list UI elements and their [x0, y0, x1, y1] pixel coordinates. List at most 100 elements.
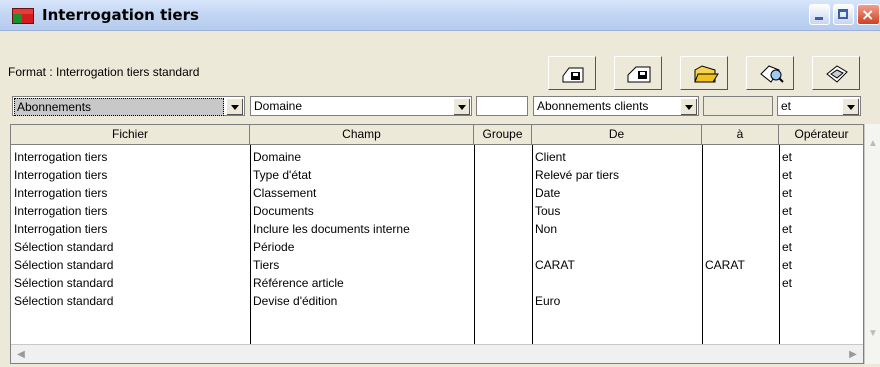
cell-groupe[interactable] — [477, 292, 530, 310]
cell-de[interactable]: Euro — [535, 292, 700, 310]
cell-de[interactable] — [535, 274, 700, 292]
scroll-down-icon[interactable]: ▼ — [865, 328, 880, 342]
cell-operateur[interactable]: et — [782, 220, 862, 238]
from-select[interactable]: Abonnements clients — [533, 96, 699, 116]
cell-fichier[interactable]: Sélection standard — [14, 292, 248, 310]
cell-operateur[interactable]: et — [782, 166, 862, 184]
cell-champ[interactable]: Inclure les documents interne — [253, 220, 472, 238]
chevron-down-icon[interactable] — [842, 98, 859, 115]
cell-operateur[interactable]: et — [782, 148, 862, 166]
cell-fichier[interactable]: Sélection standard — [14, 274, 248, 292]
cell-fichier[interactable]: Interrogation tiers — [14, 184, 248, 202]
horizontal-scrollbar[interactable]: ◀ ▶ — [11, 344, 863, 363]
cell-fichier[interactable]: Interrogation tiers — [14, 220, 248, 238]
minimize-icon — [815, 17, 823, 20]
cell-de[interactable]: CARAT — [535, 256, 700, 274]
cell-groupe[interactable] — [477, 238, 530, 256]
cell-fichier[interactable]: Sélection standard — [14, 238, 248, 256]
title-bar[interactable]: Interrogation tiers × — [0, 0, 880, 31]
save-button[interactable] — [548, 56, 596, 90]
column-header-groupe[interactable]: Groupe — [474, 125, 532, 145]
close-button[interactable]: × — [857, 4, 880, 25]
cell-operateur[interactable] — [782, 292, 862, 310]
save-as-icon — [627, 66, 651, 83]
cell-operateur[interactable]: et — [782, 238, 862, 256]
group-input[interactable] — [476, 96, 528, 116]
cell-a[interactable] — [705, 202, 777, 220]
maximize-icon — [838, 9, 848, 19]
chevron-down-icon[interactable] — [680, 98, 697, 115]
to-input[interactable] — [703, 96, 773, 116]
cell-groupe[interactable] — [477, 166, 530, 184]
column-header-a[interactable]: à — [702, 125, 779, 145]
column-header-fichier[interactable]: Fichier — [11, 125, 250, 145]
cell-champ[interactable]: Type d'état — [253, 166, 472, 184]
vertical-scrollbar[interactable]: ▲ ▼ — [864, 124, 880, 364]
cell-fichier[interactable]: Sélection standard — [14, 256, 248, 274]
cell-groupe[interactable] — [477, 184, 530, 202]
column-header-operateur[interactable]: Opérateur — [779, 125, 863, 145]
save-as-button[interactable] — [614, 56, 662, 90]
close-icon: × — [861, 5, 875, 24]
cell-champ[interactable]: Devise d'édition — [253, 292, 472, 310]
chevron-down-icon[interactable] — [453, 98, 470, 115]
cell-de[interactable]: Non — [535, 220, 700, 238]
column-divider — [474, 145, 475, 345]
operator-select[interactable]: et — [777, 96, 861, 116]
cell-a[interactable] — [705, 274, 777, 292]
cell-operateur[interactable]: et — [782, 256, 862, 274]
cell-groupe[interactable] — [477, 148, 530, 166]
cell-champ[interactable]: Période — [253, 238, 472, 256]
cell-champ[interactable]: Référence article — [253, 274, 472, 292]
operator-select-value: et — [781, 99, 792, 113]
cell-a[interactable] — [705, 220, 777, 238]
cell-champ[interactable]: Domaine — [253, 148, 472, 166]
cell-a[interactable] — [705, 292, 777, 310]
cell-fichier[interactable]: Interrogation tiers — [14, 166, 248, 184]
column-header-de[interactable]: De — [532, 125, 702, 145]
cell-fichier[interactable]: Interrogation tiers — [14, 202, 248, 220]
field-select-value: Domaine — [254, 99, 303, 113]
cell-champ[interactable]: Documents — [253, 202, 472, 220]
cell-de[interactable] — [535, 238, 700, 256]
search-button[interactable] — [746, 56, 794, 90]
cell-a[interactable]: CARAT — [705, 256, 777, 274]
scroll-left-icon[interactable]: ◀ — [13, 347, 29, 363]
open-folder-icon — [694, 65, 719, 83]
cell-groupe[interactable] — [477, 274, 530, 292]
cell-de[interactable]: Client — [535, 148, 700, 166]
cell-fichier[interactable]: Interrogation tiers — [14, 148, 248, 166]
cell-operateur[interactable]: et — [782, 202, 862, 220]
cell-de[interactable]: Relevé par tiers — [535, 166, 700, 184]
execute-button[interactable] — [812, 56, 860, 90]
cell-a[interactable] — [705, 184, 777, 202]
column-divider — [532, 145, 533, 345]
cell-operateur[interactable]: et — [782, 184, 862, 202]
cell-champ[interactable]: Classement — [253, 184, 472, 202]
cell-a[interactable] — [705, 148, 777, 166]
scroll-up-icon[interactable]: ▲ — [865, 138, 880, 152]
cell-a[interactable] — [705, 166, 777, 184]
column-divider — [779, 145, 780, 345]
save-icon — [562, 67, 584, 83]
cell-de[interactable]: Tous — [535, 202, 700, 220]
column-divider — [250, 145, 251, 345]
cell-champ[interactable]: Tiers — [253, 256, 472, 274]
cell-de[interactable]: Date — [535, 184, 700, 202]
file-select[interactable]: Abonnements — [12, 96, 245, 116]
column-header-champ[interactable]: Champ — [250, 125, 474, 145]
open-folder-button[interactable] — [680, 56, 728, 90]
app-icon — [12, 8, 34, 24]
scroll-right-icon[interactable]: ▶ — [845, 347, 861, 363]
cell-groupe[interactable] — [477, 220, 530, 238]
cell-operateur[interactable]: et — [782, 274, 862, 292]
cell-groupe[interactable] — [477, 202, 530, 220]
field-select[interactable]: Domaine — [250, 96, 472, 116]
cell-a[interactable] — [705, 238, 777, 256]
chevron-down-icon[interactable] — [226, 98, 243, 115]
minimize-button[interactable] — [809, 4, 830, 25]
execute-icon — [826, 65, 848, 83]
cell-groupe[interactable] — [477, 256, 530, 274]
criteria-table[interactable]: Fichier Champ Groupe De à Opérateur Inte… — [10, 124, 864, 364]
maximize-button[interactable] — [833, 4, 854, 25]
